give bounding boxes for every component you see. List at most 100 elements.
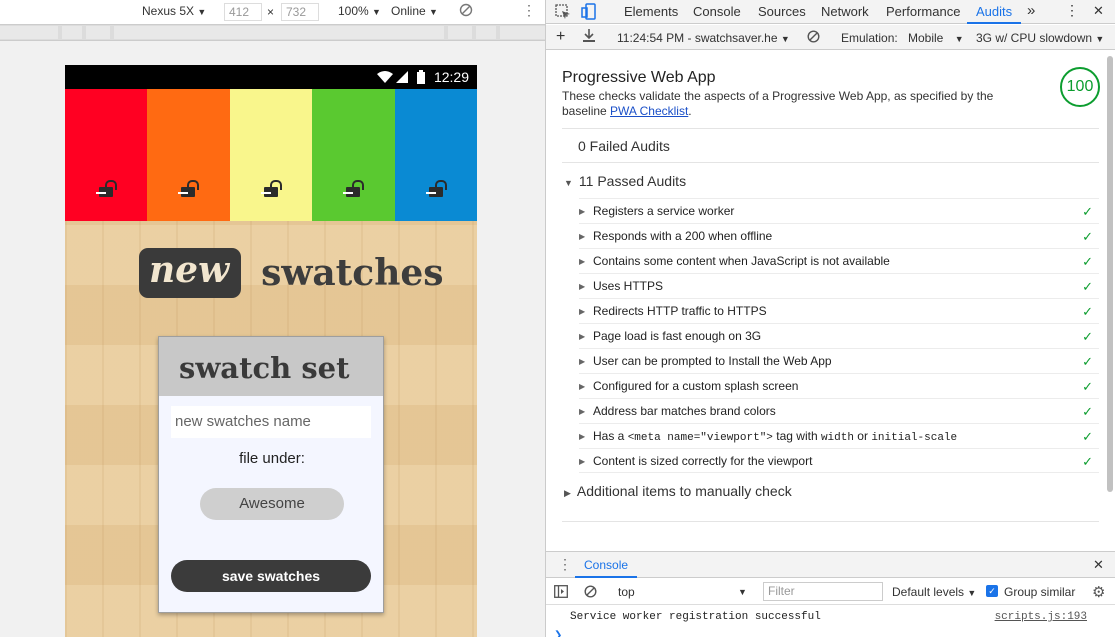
- audit-label: Uses HTTPS: [593, 279, 664, 293]
- console-source-link[interactable]: scripts.js:193: [995, 611, 1087, 623]
- swatch-4[interactable]: [312, 89, 395, 221]
- zoom-value: 100%: [338, 4, 369, 18]
- console-drawer: ⋮ Console ✕ top ▼ Filter Default levels …: [546, 551, 1115, 637]
- swatch-set-card: swatch set new swatches name file under:…: [158, 336, 384, 613]
- device-name: Nexus 5X: [142, 4, 195, 18]
- audit-label: Content is sized correctly for the viewp…: [593, 454, 813, 468]
- swatch-3[interactable]: [229, 89, 313, 221]
- console-message: Service worker registration successful: [570, 611, 821, 623]
- download-icon[interactable]: [583, 29, 595, 46]
- devtools-panel: Elements Console Sources Network Perform…: [546, 0, 1115, 637]
- clear-console-icon[interactable]: [584, 585, 597, 601]
- swatch-5[interactable]: [394, 89, 477, 221]
- audit-item[interactable]: ▶ Configured for a custom splash screen ✓: [579, 373, 1099, 398]
- check-icon: ✓: [1082, 329, 1093, 344]
- more-tabs-icon[interactable]: »: [1027, 2, 1035, 19]
- check-icon: ✓: [1082, 304, 1093, 319]
- tab-network[interactable]: Network: [821, 4, 869, 19]
- audit-item[interactable]: ▶ Page load is fast enough on 3G ✓: [579, 323, 1099, 348]
- gear-icon[interactable]: ⚙: [1092, 583, 1105, 601]
- inspect-icon[interactable]: [555, 4, 571, 23]
- context-select[interactable]: top: [618, 585, 635, 599]
- audit-item[interactable]: ▶ Responds with a 200 when offline ✓: [579, 223, 1099, 248]
- triangle-right-icon: ▶: [564, 488, 571, 498]
- tab-elements[interactable]: Elements: [624, 4, 678, 19]
- audit-label: Registers a service worker: [593, 204, 735, 218]
- pwa-checklist-link[interactable]: PWA Checklist: [610, 104, 688, 118]
- unlock-icon[interactable]: [425, 180, 447, 197]
- audit-item[interactable]: ▶ Redirects HTTP traffic to HTTPS ✓: [579, 298, 1099, 323]
- devtools-menu-icon[interactable]: ⋮: [1065, 2, 1079, 19]
- network-select[interactable]: Online ▼: [391, 4, 438, 18]
- audit-item[interactable]: ▶ Registers a service worker ✓: [579, 198, 1099, 223]
- more-options-icon[interactable]: ⋮: [522, 2, 536, 19]
- zoom-select[interactable]: 100% ▼: [338, 4, 381, 18]
- manual-checks-toggle[interactable]: ▶ Additional items to manually check: [564, 483, 792, 499]
- triangle-right-icon: ▶: [579, 307, 586, 316]
- log-levels-select[interactable]: Default levels ▼: [892, 585, 976, 599]
- throttling-value: 3G w/ CPU slowdown: [976, 31, 1093, 45]
- chevron-down-icon[interactable]: ▼: [738, 587, 747, 597]
- clear-icon[interactable]: [807, 30, 820, 46]
- audit-item[interactable]: ▶ Contains some content when JavaScript i…: [579, 248, 1099, 273]
- audit-item[interactable]: ▶ User can be prompted to Install the Web…: [579, 348, 1099, 373]
- media-query-bar[interactable]: [0, 24, 545, 41]
- width-input[interactable]: 412: [224, 3, 262, 21]
- console-prompt-icon[interactable]: ❯: [554, 630, 562, 637]
- chevron-down-icon: ▼: [197, 7, 207, 17]
- tab-audits[interactable]: Audits: [967, 0, 1022, 24]
- tab-console[interactable]: Console: [693, 4, 741, 19]
- drawer-menu-icon[interactable]: ⋮: [558, 556, 572, 573]
- group-similar-label: Group similar: [1004, 585, 1076, 599]
- report-name: 11:24:54 PM - swatchsaver.he: [617, 31, 778, 45]
- device-select[interactable]: Nexus 5X ▼: [142, 4, 206, 18]
- new-button[interactable]: new: [139, 248, 242, 298]
- card-title: swatch set: [179, 351, 350, 385]
- dimension-separator: ×: [267, 5, 275, 19]
- category-select[interactable]: Awesome: [200, 488, 344, 520]
- device-pane: Nexus 5X ▼ 412 × 732 100% ▼ Online ▼ ⋮ 1…: [0, 0, 545, 637]
- device-toolbar-icon[interactable]: [581, 3, 597, 23]
- report-select[interactable]: 11:24:54 PM - swatchsaver.he ▼: [617, 31, 790, 45]
- sidebar-toggle-icon[interactable]: [554, 585, 568, 601]
- swatch-2[interactable]: [147, 89, 230, 221]
- chevron-down-icon: ▼: [967, 588, 977, 598]
- audit-item[interactable]: ▶ Has a <meta name="viewport"> tag with w…: [579, 423, 1099, 448]
- passed-audits-toggle[interactable]: ▼ 11 Passed Audits: [564, 173, 686, 189]
- chevron-down-icon: ▼: [372, 7, 381, 17]
- audit-item[interactable]: ▶ Address bar matches brand colors ✓: [579, 398, 1099, 423]
- close-icon[interactable]: ✕: [1093, 3, 1104, 19]
- emulation-select[interactable]: Mobile ▼: [908, 31, 964, 45]
- failed-audits-header: 0 Failed Audits: [578, 138, 670, 154]
- emulation-label: Emulation:: [841, 31, 898, 45]
- rotate-icon[interactable]: [459, 3, 473, 20]
- check-icon: ✓: [1082, 204, 1093, 219]
- drawer-tab-console[interactable]: Console: [575, 552, 638, 578]
- audit-item[interactable]: ▶ Content is sized correctly for the view…: [579, 448, 1099, 473]
- unlock-icon[interactable]: [260, 180, 282, 197]
- height-input[interactable]: 732: [281, 3, 319, 21]
- divider: [562, 521, 1099, 522]
- tab-performance[interactable]: Performance: [886, 4, 960, 19]
- tab-sources[interactable]: Sources: [758, 4, 806, 19]
- plus-icon[interactable]: +: [556, 28, 565, 46]
- close-drawer-icon[interactable]: ✕: [1093, 557, 1104, 573]
- triangle-right-icon: ▶: [579, 232, 586, 241]
- swatch-strip: [65, 89, 477, 221]
- audit-report: Progressive Web App These checks validat…: [546, 51, 1115, 525]
- unlock-icon[interactable]: [178, 180, 200, 197]
- unlock-icon[interactable]: [343, 180, 365, 197]
- throttling-select[interactable]: 3G w/ CPU slowdown ▼: [976, 31, 1104, 45]
- audit-item[interactable]: ▶ Uses HTTPS ✓: [579, 273, 1099, 298]
- title-swatches: swatches: [261, 252, 444, 294]
- unlock-icon[interactable]: [96, 180, 117, 197]
- check-icon: ✓: [1082, 229, 1093, 244]
- console-toolbar: top ▼ Filter Default levels ▼ ✓ Group si…: [546, 579, 1115, 605]
- report-scrollbar[interactable]: [1107, 56, 1113, 492]
- console-filter-input[interactable]: Filter: [763, 582, 883, 601]
- triangle-right-icon: ▶: [579, 357, 586, 366]
- swatch-name-input[interactable]: new swatches name: [171, 406, 371, 438]
- save-swatches-button[interactable]: save swatches: [171, 560, 371, 592]
- swatch-1[interactable]: [65, 89, 148, 221]
- group-similar-checkbox[interactable]: ✓: [986, 585, 998, 597]
